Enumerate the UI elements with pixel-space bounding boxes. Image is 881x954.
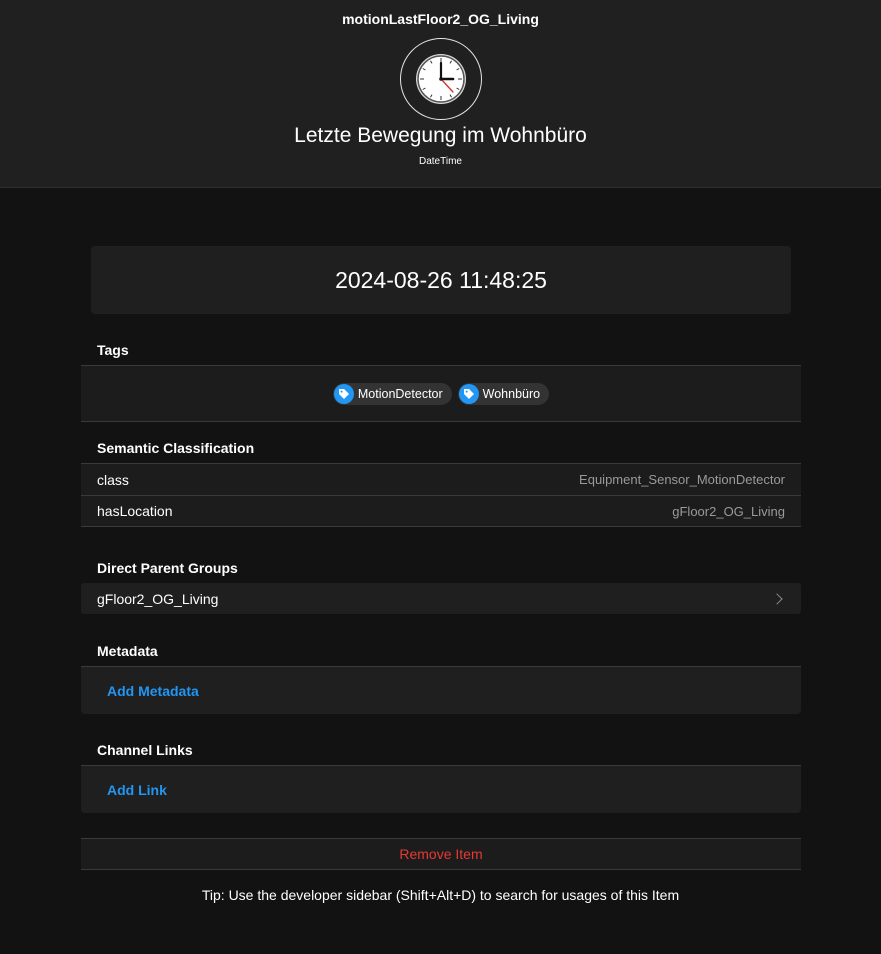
semantic-row-class: class Equipment_Sensor_MotionDetector [81, 464, 801, 495]
tags-block: MotionDetector Wohnbüro [81, 365, 801, 422]
item-label: Letzte Bewegung im Wohnbüro [294, 124, 587, 147]
tag-chip[interactable]: MotionDetector [332, 382, 452, 405]
tag-icon [333, 383, 354, 404]
item-state-value: 2024-08-26 11:48:25 [335, 266, 547, 293]
semantic-value: gFloor2_OG_Living [672, 503, 785, 519]
channel-links-section-title: Channel Links [97, 742, 193, 758]
tag-chip-label: MotionDetector [357, 386, 443, 401]
metadata-block: Add Metadata [81, 666, 801, 714]
semantic-value: Equipment_Sensor_MotionDetector [579, 472, 785, 487]
metadata-section-title: Metadata [97, 643, 158, 659]
tags-section-title: Tags [97, 342, 129, 358]
add-link-link[interactable]: Add Link [107, 782, 167, 798]
developer-tip: Tip: Use the developer sidebar (Shift+Al… [201, 887, 680, 903]
item-icon-frame [400, 38, 482, 120]
add-metadata-link[interactable]: Add Metadata [107, 683, 199, 699]
chevron-right-icon [771, 592, 783, 605]
semantic-section-title: Semantic Classification [97, 440, 255, 456]
tag-icon [458, 383, 479, 404]
parent-group-item[interactable]: gFloor2_OG_Living [81, 583, 801, 614]
channel-links-block: Add Link [81, 765, 801, 813]
tag-chip-label: Wohnbüro [482, 386, 541, 401]
item-header: motionLastFloor2_OG_Living Letzte Bewegu… [0, 0, 881, 188]
remove-item-block: Remove Item [81, 838, 801, 870]
remove-item-button[interactable]: Remove Item [399, 846, 482, 862]
semantic-block: class Equipment_Sensor_MotionDetector ha… [81, 463, 801, 527]
parent-group-label: gFloor2_OG_Living [97, 590, 219, 607]
item-type: DateTime [419, 156, 462, 167]
semantic-key: hasLocation [97, 503, 173, 519]
semantic-key: class [97, 471, 129, 488]
tag-chip[interactable]: Wohnbüro [457, 382, 550, 405]
item-name: motionLastFloor2_OG_Living [342, 11, 539, 27]
item-state-card[interactable]: 2024-08-26 11:48:25 [91, 246, 791, 314]
semantic-row-location: hasLocation gFloor2_OG_Living [81, 495, 801, 526]
parent-groups-section-title: Direct Parent Groups [97, 560, 238, 576]
clock-icon [416, 54, 466, 104]
